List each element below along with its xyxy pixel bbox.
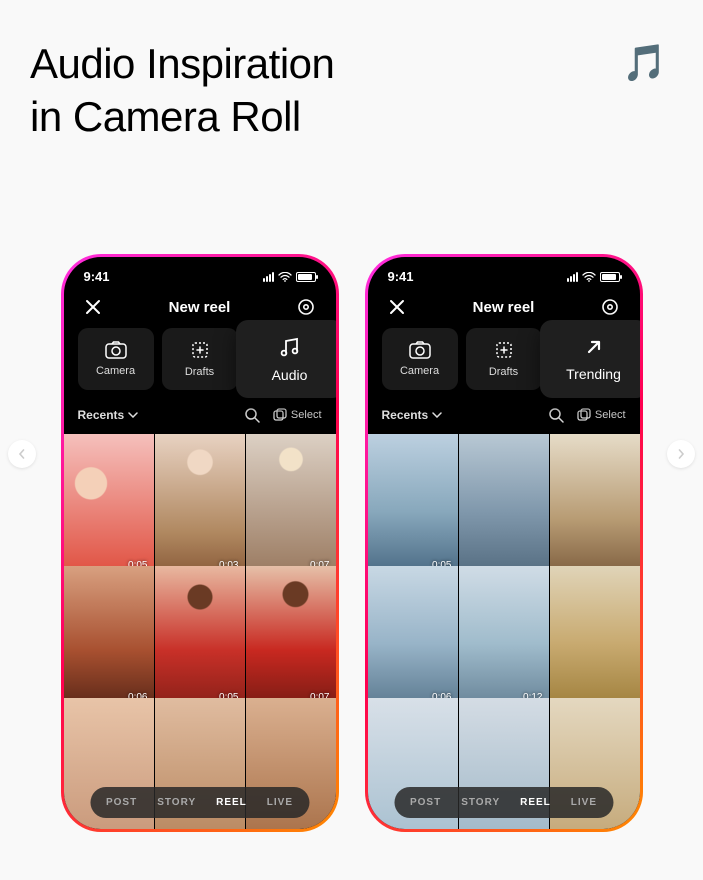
drafts-icon	[190, 340, 210, 360]
settings-button[interactable]	[599, 296, 621, 318]
recents-label: Recents	[382, 408, 429, 422]
music-icon	[278, 335, 302, 359]
settings-button[interactable]	[295, 296, 317, 318]
clock: 9:41	[388, 269, 414, 284]
select-button[interactable]: Select	[273, 408, 322, 422]
status-bar: 9:41	[64, 257, 336, 290]
media-thumb[interactable]: 0:07	[246, 566, 336, 707]
tool-row: Camera Drafts Audio	[64, 328, 336, 390]
battery-icon	[600, 272, 620, 282]
mode-selector[interactable]: POST STORY REEL LIVE	[394, 787, 613, 818]
media-thumb[interactable]	[550, 434, 640, 575]
search-icon	[244, 407, 260, 423]
mode-live[interactable]: LIVE	[259, 793, 301, 812]
signal-icon	[263, 272, 274, 282]
drafts-button[interactable]: Drafts	[162, 328, 238, 390]
media-thumb[interactable]	[550, 566, 640, 707]
wifi-icon	[582, 272, 596, 282]
recents-dropdown[interactable]: Recents	[382, 408, 443, 422]
status-indicators	[567, 272, 620, 282]
mode-selector[interactable]: POST STORY REEL LIVE	[90, 787, 309, 818]
media-thumb[interactable]	[459, 434, 549, 575]
media-thumb[interactable]: 0:03	[155, 434, 245, 575]
title-line-1: Audio Inspiration	[30, 38, 334, 91]
page-title: Audio Inspiration in Camera Roll	[30, 38, 334, 143]
select-label: Select	[595, 409, 626, 421]
tool-row: Camera Drafts Trending	[368, 328, 640, 390]
phone-mockup-left: 9:41 New reel Camera	[61, 254, 339, 832]
audio-label: Audio	[272, 367, 308, 383]
media-thumb[interactable]: 0:07	[246, 434, 336, 575]
chevron-down-icon	[432, 412, 442, 418]
search-button[interactable]	[241, 404, 263, 426]
clock: 9:41	[84, 269, 110, 284]
camera-button[interactable]: Camera	[78, 328, 154, 390]
media-thumb[interactable]: 0:05	[155, 566, 245, 707]
close-button[interactable]	[82, 296, 104, 318]
phone-mockup-right: 9:41 New reel Camera	[365, 254, 643, 832]
camera-label: Camera	[96, 365, 135, 377]
media-thumb[interactable]: 0:12	[459, 566, 549, 707]
screen-title: New reel	[473, 299, 535, 316]
media-grid: 0:05 0:06 0:12	[368, 434, 640, 829]
search-icon	[548, 407, 564, 423]
camera-button[interactable]: Camera	[382, 328, 458, 390]
drafts-label: Drafts	[185, 366, 214, 378]
mode-post[interactable]: POST	[402, 793, 449, 812]
media-thumb[interactable]: 0:05	[368, 434, 458, 575]
multiselect-icon	[273, 408, 287, 422]
drafts-icon	[494, 340, 514, 360]
multiselect-icon	[577, 408, 591, 422]
camera-label: Camera	[400, 365, 439, 377]
mode-reel[interactable]: REEL	[208, 793, 255, 812]
trending-popover[interactable]: Trending	[540, 320, 640, 398]
media-thumb[interactable]: 0:06	[368, 566, 458, 707]
title-line-2: in Camera Roll	[30, 91, 334, 144]
recents-dropdown[interactable]: Recents	[78, 408, 139, 422]
mode-story[interactable]: STORY	[453, 793, 508, 812]
wifi-icon	[278, 272, 292, 282]
arrow-up-right-icon	[583, 336, 605, 358]
recents-label: Recents	[78, 408, 125, 422]
mode-post[interactable]: POST	[98, 793, 145, 812]
battery-icon	[296, 272, 316, 282]
music-note-icon: 🎵	[622, 42, 667, 84]
audio-popover[interactable]: Audio	[236, 320, 336, 398]
select-label: Select	[291, 409, 322, 421]
screen-title: New reel	[169, 299, 231, 316]
media-thumb[interactable]: 0:05	[64, 434, 154, 575]
select-button[interactable]: Select	[577, 408, 626, 422]
drafts-label: Drafts	[489, 366, 518, 378]
camera-icon	[409, 341, 431, 359]
media-thumb[interactable]: 0:06	[64, 566, 154, 707]
status-bar: 9:41	[368, 257, 640, 290]
chevron-down-icon	[128, 412, 138, 418]
media-grid: 0:05 0:03 0:07 0:06 0:05 0:07	[64, 434, 336, 829]
status-indicators	[263, 272, 316, 282]
signal-icon	[567, 272, 578, 282]
drafts-button[interactable]: Drafts	[466, 328, 542, 390]
camera-icon	[105, 341, 127, 359]
trending-label: Trending	[566, 366, 621, 382]
search-button[interactable]	[545, 404, 567, 426]
mode-story[interactable]: STORY	[149, 793, 204, 812]
mode-reel[interactable]: REEL	[512, 793, 559, 812]
mode-live[interactable]: LIVE	[563, 793, 605, 812]
close-button[interactable]	[386, 296, 408, 318]
